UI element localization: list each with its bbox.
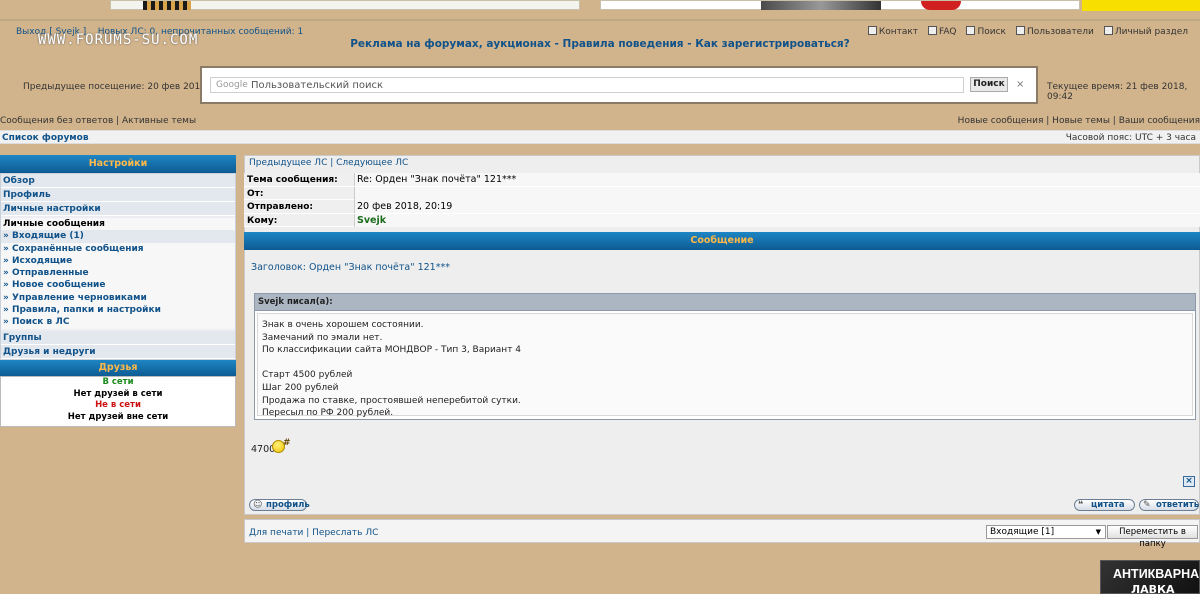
friends-online-empty: Нет друзей в сети bbox=[73, 388, 163, 399]
quote-line: Пересыл по РФ 200 рублей. bbox=[262, 408, 394, 419]
sidebar-item-personal[interactable]: Личные настройки bbox=[1, 202, 235, 216]
forum-headline-links[interactable]: Реклама на форумах, аукционах - Правила … bbox=[0, 38, 1200, 50]
sidebar-pm-sent[interactable]: » Отправленные bbox=[1, 267, 235, 280]
breadcrumb[interactable]: Список форумов bbox=[2, 133, 89, 143]
quote-line: По классификации сайта МОНДВОР - Тип 3, … bbox=[262, 345, 522, 356]
nav-faq[interactable]: FAQ bbox=[928, 26, 956, 37]
pm-sent-row: Отправлено: 20 фев 2018, 20:19 bbox=[244, 200, 1200, 214]
pm-from-label: От: bbox=[247, 188, 264, 199]
antique-shop-ad[interactable]: АНТИКВАРНАЯ ЛАВКА bbox=[1100, 560, 1200, 594]
nav-user-cp[interactable]: Личный раздел bbox=[1103, 26, 1188, 37]
sidebar-menu: Обзор Профиль Личные настройки Личные со… bbox=[0, 173, 236, 360]
quote-line: Продажа по ставке, простоявшей неперебит… bbox=[262, 395, 521, 406]
quote-line: Шаг 200 рублей bbox=[262, 382, 339, 393]
quote-line bbox=[262, 357, 1192, 370]
sidebar-item-groups[interactable]: Группы bbox=[1, 330, 235, 345]
clear-search-icon[interactable]: × bbox=[1016, 79, 1024, 90]
sidebar-item-overview[interactable]: Обзор bbox=[1, 174, 235, 188]
reply-button[interactable]: ✎ ответить bbox=[1139, 499, 1199, 511]
pm-sent-label: Отправлено: bbox=[247, 202, 313, 212]
sidebar-item-friends-foes[interactable]: Друзья и недруги bbox=[1, 344, 235, 359]
faq-icon bbox=[928, 26, 938, 35]
quote-icon: ❝ bbox=[1078, 500, 1084, 510]
top-banner-right[interactable] bbox=[1082, 0, 1200, 11]
ad-line2: ЛАВКА bbox=[1131, 583, 1175, 594]
friends-offline-label: Не в сети bbox=[95, 400, 141, 410]
nav-contact[interactable]: Контакт bbox=[867, 26, 918, 37]
move-to-folder-button[interactable]: Переместить в папку bbox=[1107, 525, 1198, 549]
sidebar-pm-inbox[interactable]: » Входящие (1) bbox=[1, 230, 235, 243]
header-divider bbox=[0, 19, 1200, 21]
custom-search-box: Google Пользовательский поиск Поиск × bbox=[200, 66, 1038, 104]
breadcrumb-bar: Список форумов Часовой пояс: UTC + 3 час… bbox=[0, 130, 1200, 144]
user-icon: ☺ bbox=[253, 500, 263, 510]
quick-links-right[interactable]: Новые сообщения | Новые темы | Ваши сооб… bbox=[958, 116, 1200, 126]
folder-select[interactable]: Входящие [1] ▼ bbox=[986, 525, 1106, 539]
nav-search[interactable]: Поиск bbox=[966, 26, 1006, 37]
contact-icon bbox=[867, 26, 877, 35]
nav-users[interactable]: Пользователи bbox=[1016, 26, 1094, 37]
top-banner-middle[interactable] bbox=[600, 0, 1080, 10]
quote-line: Замечаний по эмали нет. bbox=[262, 332, 383, 343]
reply-icon: ✎ bbox=[1143, 500, 1151, 510]
ad-line1: АНТИКВАРНАЯ bbox=[1113, 567, 1200, 581]
sidebar-pm-search[interactable]: » Поиск в ЛС bbox=[1, 316, 235, 329]
friends-panel: В сети Нет друзей в сети Не в сети Нет д… bbox=[0, 376, 236, 427]
sidebar-pm-drafts[interactable]: » Управление черновиками bbox=[1, 291, 235, 305]
pm-to-row: Кому: Svejk bbox=[244, 213, 1200, 227]
search-button[interactable]: Поиск bbox=[970, 77, 1008, 92]
friends-online-label: В сети bbox=[102, 377, 134, 387]
users-icon bbox=[1016, 26, 1025, 35]
pm-sent-value: 20 фев 2018, 20:19 bbox=[357, 201, 453, 212]
pm-to-label: Кому: bbox=[247, 215, 278, 226]
current-time: Текущее время: 21 фев 2018, 09:42 bbox=[1047, 82, 1188, 102]
top-navigation: Контакт FAQ Поиск Пользователи Личный ра… bbox=[867, 26, 1188, 37]
user-cp-icon bbox=[1103, 26, 1113, 35]
message-subject-line: Заголовок: Орден "Знак почёта" 121*** bbox=[251, 262, 450, 273]
pm-subject-row: Тема сообщения: Re: Орден "Знак почёта" … bbox=[244, 173, 1200, 187]
close-icon[interactable]: × bbox=[1183, 476, 1195, 487]
sidebar-item-profile[interactable]: Профиль bbox=[1, 188, 235, 202]
pm-prev-next[interactable]: Предыдущее ЛС | Следующее ЛС bbox=[249, 158, 408, 168]
chevron-down-icon: ▼ bbox=[1095, 528, 1101, 536]
sidebar-pm-compose[interactable]: » Новое сообщение bbox=[1, 279, 235, 292]
banner-red-shape bbox=[921, 1, 961, 10]
banner-image bbox=[761, 1, 881, 10]
quote-line: Знак в очень хорошем состоянии. bbox=[262, 320, 424, 330]
message-quote: Svejk писал(а): Знак в очень хорошем сос… bbox=[254, 293, 1196, 420]
pm-from-row: От: bbox=[244, 186, 1200, 200]
sidebar-pm-rules[interactable]: » Правила, папки и настройки bbox=[1, 304, 235, 317]
profile-button[interactable]: ☺ профиль bbox=[249, 499, 310, 511]
quote-button[interactable]: ❝ цитата bbox=[1074, 499, 1135, 511]
friends-offline-empty: Нет друзей вне сети bbox=[67, 411, 169, 422]
sidebar-pm-saved[interactable]: » Сохранённые сообщения bbox=[1, 242, 235, 255]
hammer-icon: # bbox=[283, 438, 291, 448]
pm-header-table: Тема сообщения: Re: Орден "Знак почёта" … bbox=[244, 173, 1200, 227]
pm-footer-links[interactable]: Для печати | Переслать ЛС bbox=[249, 528, 378, 538]
google-logo: Google bbox=[216, 80, 248, 90]
quick-links-left[interactable]: Сообщения без ответов | Активные темы bbox=[0, 116, 196, 126]
search-placeholder: Пользовательский поиск bbox=[251, 80, 384, 91]
banner-stripes bbox=[143, 1, 191, 10]
sidebar-title: Настройки bbox=[0, 155, 236, 173]
search-input[interactable]: Google Пользовательский поиск bbox=[210, 77, 964, 93]
quote-author: Svejk писал(а): bbox=[255, 294, 1195, 311]
message-title: Сообщение bbox=[244, 232, 1200, 250]
pm-subject-value: Re: Орден "Знак почёта" 121*** bbox=[357, 174, 517, 185]
sidebar-pm-outbox[interactable]: » Исходящие bbox=[1, 254, 235, 268]
pm-subject-label: Тема сообщения: bbox=[247, 175, 338, 185]
search-icon bbox=[966, 26, 976, 35]
quote-body: Знак в очень хорошем состоянии. Замечани… bbox=[257, 313, 1193, 418]
quote-line: Старт 4500 рублей bbox=[262, 370, 353, 381]
friends-title: Друзья bbox=[0, 360, 236, 376]
timezone: Часовой пояс: UTC + 3 часа bbox=[1065, 133, 1196, 143]
sidebar-item-pm[interactable]: Личные сообщения bbox=[1, 218, 235, 231]
top-banner-left[interactable] bbox=[110, 0, 580, 10]
pm-to-value[interactable]: Svejk bbox=[357, 215, 386, 226]
